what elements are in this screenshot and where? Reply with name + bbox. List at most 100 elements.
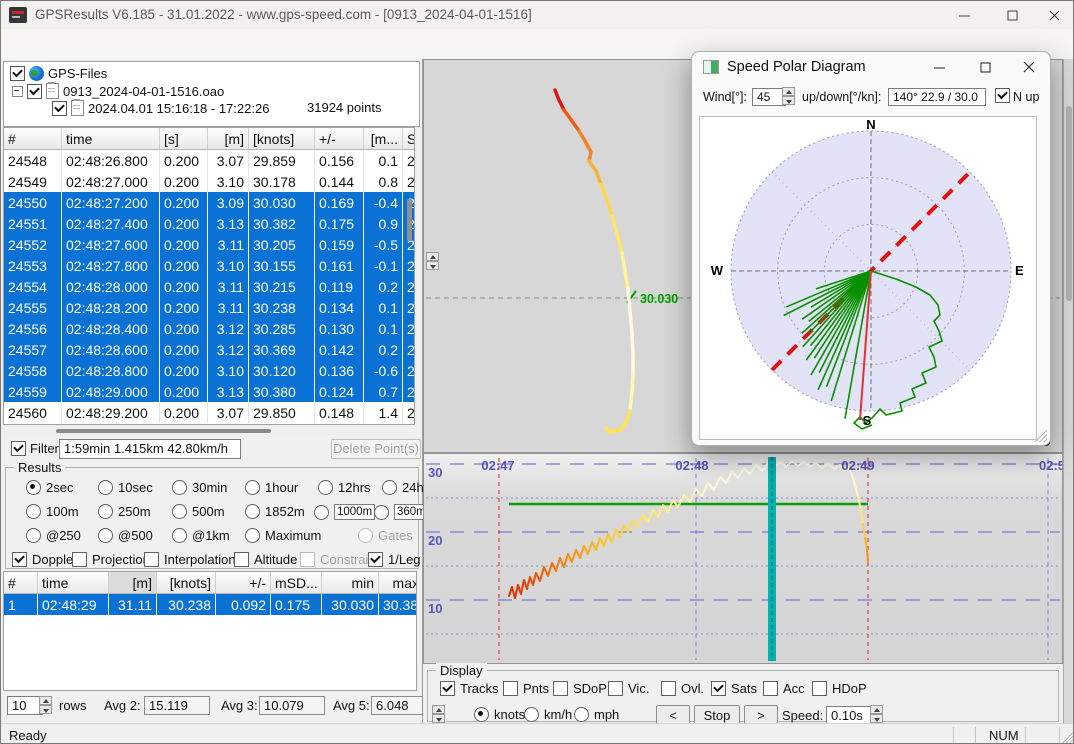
table-row[interactable]: 2455802:48:28.8000.2003.1030.1200.136-0.… bbox=[4, 360, 415, 381]
delete-points-button[interactable]: Delete Point(s) bbox=[331, 439, 421, 459]
tree-item-session[interactable]: 2024.04.01 15:16:18 - 17:22:26 bbox=[52, 100, 269, 116]
radio-glyph[interactable] bbox=[245, 528, 260, 543]
track-table-vscrollbar[interactable] bbox=[407, 199, 412, 241]
checkbox-doppler[interactable]: Doppler bbox=[12, 552, 78, 567]
option-input[interactable]: 1000m bbox=[334, 504, 375, 520]
column-header[interactable]: time bbox=[62, 128, 160, 150]
radio-30min[interactable]: 30min bbox=[172, 480, 227, 495]
column-header[interactable]: [m] bbox=[109, 572, 157, 594]
checkbox-glyph[interactable] bbox=[608, 681, 623, 696]
checkbox-tracks[interactable]: Tracks bbox=[440, 681, 499, 696]
radio-100m[interactable]: 100m bbox=[26, 504, 79, 519]
checkbox-1-leg[interactable]: 1/Leg bbox=[368, 552, 421, 567]
checkbox-ovl-[interactable]: Ovl. bbox=[661, 681, 704, 696]
checkbox-glyph[interactable] bbox=[368, 552, 383, 567]
table-row[interactable]: 2454902:48:27.0000.2003.1030.1780.1440.8… bbox=[4, 171, 415, 192]
checkbox-glyph[interactable] bbox=[812, 681, 827, 696]
maximize-button[interactable] bbox=[991, 1, 1033, 29]
radio--250[interactable]: @250 bbox=[26, 528, 81, 543]
checkbox-sdop[interactable]: SDoP bbox=[553, 681, 607, 696]
table-row[interactable]: 2455902:48:29.0000.2003.1330.3800.1240.7… bbox=[4, 381, 415, 402]
column-header[interactable]: [knots] bbox=[157, 572, 216, 594]
checkbox-glyph[interactable] bbox=[440, 681, 455, 696]
tree-checkbox[interactable] bbox=[10, 66, 25, 81]
radio-2sec[interactable]: 2sec bbox=[26, 480, 73, 495]
radio-250m[interactable]: 250m bbox=[98, 504, 151, 519]
radio-glyph[interactable] bbox=[26, 528, 41, 543]
nup-checkbox[interactable] bbox=[995, 88, 1010, 103]
checkbox-sats[interactable]: Sats bbox=[711, 681, 757, 696]
tree-item-file[interactable]: 0913_2024-04-01-1516.oao bbox=[12, 83, 224, 99]
checkbox-pnts[interactable]: Pnts bbox=[503, 681, 549, 696]
wind-spinner[interactable] bbox=[782, 87, 795, 105]
column-header[interactable]: [s] bbox=[160, 128, 208, 150]
speed-time-chart[interactable]: 30201002:4702:4802:4902:5 bbox=[423, 453, 1063, 664]
speed-polar-window[interactable]: Speed Polar Diagram Wind[°]: 45 up/down[… bbox=[691, 51, 1051, 446]
table-row[interactable]: 2455702:48:28.6000.2003.1230.3690.1420.2… bbox=[4, 339, 415, 360]
table-row[interactable]: 2454802:48:26.8000.2003.0729.8590.1560.1… bbox=[4, 150, 415, 172]
column-header[interactable]: [m... bbox=[364, 128, 403, 150]
radio-km-h[interactable]: km/h bbox=[524, 707, 572, 722]
radio-gates[interactable]: Gates bbox=[358, 528, 413, 543]
updown-input[interactable]: 140° 22.9 / 30.0 bbox=[888, 88, 986, 106]
tree-item-gps-files[interactable]: GPS-Files bbox=[10, 65, 107, 81]
checkbox-vic-[interactable]: Vic. bbox=[608, 681, 649, 696]
radio-glyph[interactable] bbox=[474, 707, 489, 722]
radio-500m[interactable]: 500m bbox=[172, 504, 225, 519]
polar-maximize-button[interactable] bbox=[970, 54, 1000, 80]
rows-spinner[interactable] bbox=[39, 696, 52, 714]
checkbox-constrain[interactable]: Constrain bbox=[300, 552, 376, 567]
table-row[interactable]: 2455302:48:27.8000.2003.1030.1550.161-0.… bbox=[4, 255, 415, 276]
column-header[interactable]: [knots] bbox=[249, 128, 315, 150]
table-row[interactable]: 2455602:48:28.4000.2003.1230.2850.1300.1… bbox=[4, 318, 415, 339]
column-header[interactable]: mSD... bbox=[271, 572, 322, 594]
table-row[interactable]: 2455202:48:27.6000.2003.1130.2050.159-0.… bbox=[4, 234, 415, 255]
checkbox-glyph[interactable] bbox=[763, 681, 778, 696]
track-table-hscrollbar[interactable] bbox=[3, 425, 413, 437]
wind-input[interactable]: 45 bbox=[752, 88, 786, 106]
table-row[interactable]: 2456002:48:29.2000.2003.0729.8500.1481.4… bbox=[4, 402, 415, 423]
checkbox-glyph[interactable] bbox=[144, 552, 159, 567]
table-row[interactable]: 102:48:2931.1130.2380.0920.17530.03030.3… bbox=[4, 594, 417, 616]
column-header[interactable]: [m] bbox=[208, 128, 249, 150]
checkbox-hdop[interactable]: HDoP bbox=[812, 681, 867, 696]
filters-input[interactable]: 1:59min 1.415km 42.80km/h bbox=[59, 439, 241, 459]
checkbox-glyph[interactable] bbox=[503, 681, 518, 696]
polar-minimize-button[interactable] bbox=[924, 54, 954, 80]
radio-maximum[interactable]: Maximum bbox=[245, 528, 321, 543]
radio-1hour[interactable]: 1hour bbox=[245, 480, 298, 495]
checkbox-glyph[interactable] bbox=[234, 552, 249, 567]
map-spinner[interactable] bbox=[426, 252, 439, 270]
tree-checkbox[interactable] bbox=[52, 101, 67, 116]
radio-glyph[interactable] bbox=[26, 480, 41, 495]
column-header[interactable]: # bbox=[4, 572, 38, 594]
checkbox-glyph[interactable] bbox=[553, 681, 568, 696]
column-header[interactable]: +/- bbox=[216, 572, 271, 594]
radio-glyph[interactable] bbox=[172, 504, 187, 519]
checkbox-glyph[interactable] bbox=[711, 681, 726, 696]
radio-10sec[interactable]: 10sec bbox=[98, 480, 153, 495]
column-header[interactable]: time bbox=[38, 572, 109, 594]
tree-checkbox[interactable] bbox=[27, 84, 42, 99]
filters-checkbox[interactable] bbox=[11, 441, 26, 456]
radio-glyph[interactable] bbox=[172, 528, 187, 543]
column-header[interactable]: # bbox=[4, 128, 62, 150]
radio-glyph[interactable] bbox=[98, 528, 113, 543]
checkbox-glyph[interactable] bbox=[72, 552, 87, 567]
polar-plot[interactable]: NSWE bbox=[699, 116, 1037, 440]
polar-resize-grip[interactable] bbox=[1034, 429, 1047, 442]
column-header[interactable]: S bbox=[403, 128, 416, 150]
table-row[interactable]: 2455102:48:27.4000.2003.1330.3820.1750.9… bbox=[4, 213, 415, 234]
radio-glyph[interactable] bbox=[574, 707, 589, 722]
minimize-button[interactable] bbox=[943, 1, 985, 29]
checkbox-interpolation[interactable]: Interpolation bbox=[144, 552, 236, 567]
radio-glyph[interactable] bbox=[98, 480, 113, 495]
radio-glyph[interactable] bbox=[374, 505, 389, 520]
checkbox-projection[interactable]: Projection bbox=[72, 552, 150, 567]
radio-1852m[interactable]: 1852m bbox=[245, 504, 305, 519]
map-vscrollbar-thumb[interactable] bbox=[1066, 106, 1072, 301]
radio-glyph[interactable] bbox=[314, 505, 329, 520]
radio--500[interactable]: @500 bbox=[98, 528, 153, 543]
checkbox-acc[interactable]: Acc bbox=[763, 681, 805, 696]
table-row[interactable]: 2455002:48:27.2000.2003.0930.0300.169-0.… bbox=[4, 192, 415, 213]
